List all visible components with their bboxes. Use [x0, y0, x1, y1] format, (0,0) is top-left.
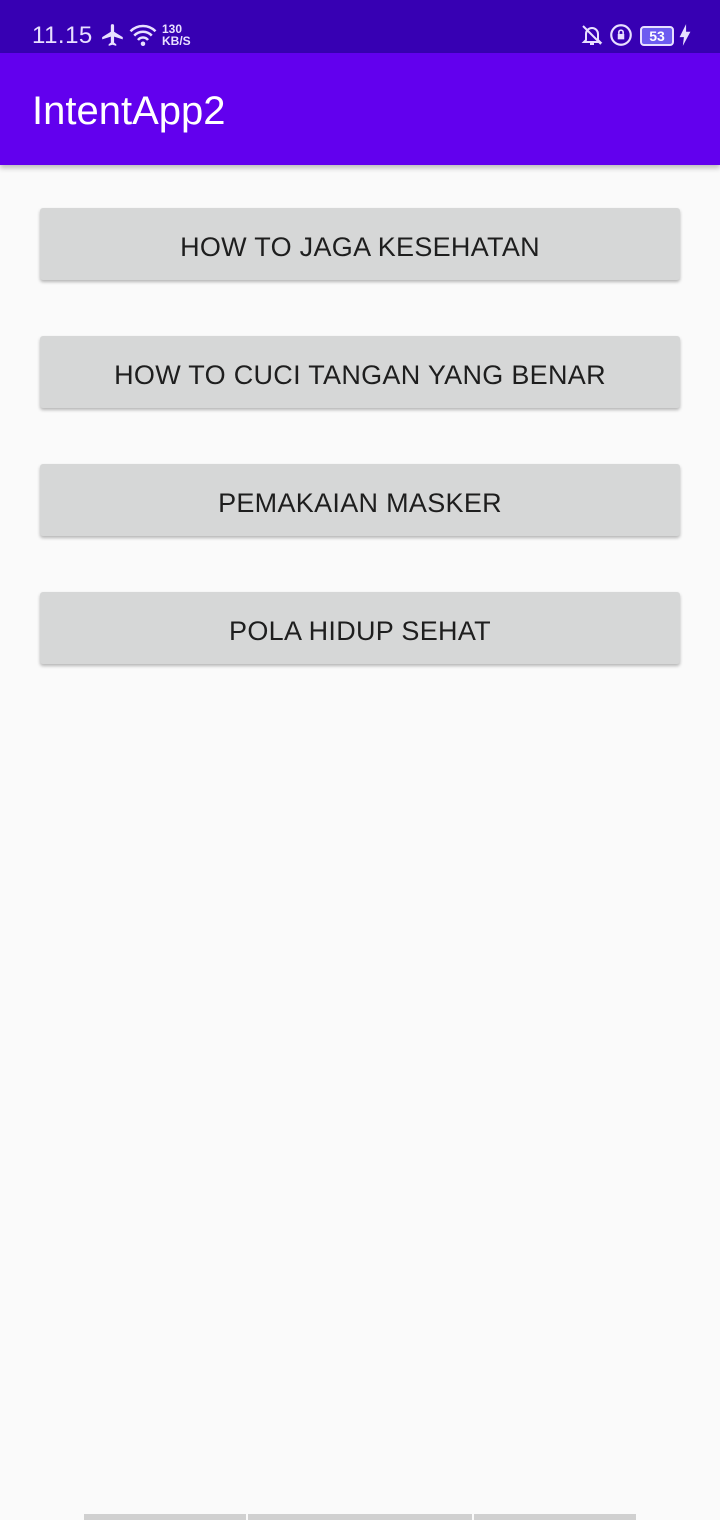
app-bar: IntentApp2 [0, 53, 720, 165]
pola-hidup-sehat-button[interactable]: POLA HIDUP SEHAT [40, 592, 680, 664]
nav-back-button[interactable] [474, 1514, 636, 1520]
pemakaian-masker-button[interactable]: PEMAKAIAN MASKER [40, 464, 680, 536]
status-bar: 11.15 130 KB/S 53 [0, 0, 720, 53]
status-time: 11.15 [32, 22, 93, 49]
bell-off-icon [580, 22, 604, 48]
app-title: IntentApp2 [32, 89, 226, 133]
airplane-icon [100, 22, 126, 48]
nav-home-button[interactable] [248, 1514, 472, 1520]
battery-icon: 53 [640, 26, 674, 46]
wifi-icon [128, 22, 158, 48]
nav-recent-button[interactable] [84, 1514, 246, 1520]
cuci-tangan-button[interactable]: HOW TO CUCI TANGAN YANG BENAR [40, 336, 680, 408]
charging-icon [678, 22, 692, 48]
network-speed-unit: KB/S [162, 34, 191, 48]
network-speed: 130 KB/S [162, 23, 191, 47]
rotation-lock-icon [608, 22, 634, 48]
jaga-kesehatan-button[interactable]: HOW TO JAGA KESEHATAN [40, 208, 680, 280]
